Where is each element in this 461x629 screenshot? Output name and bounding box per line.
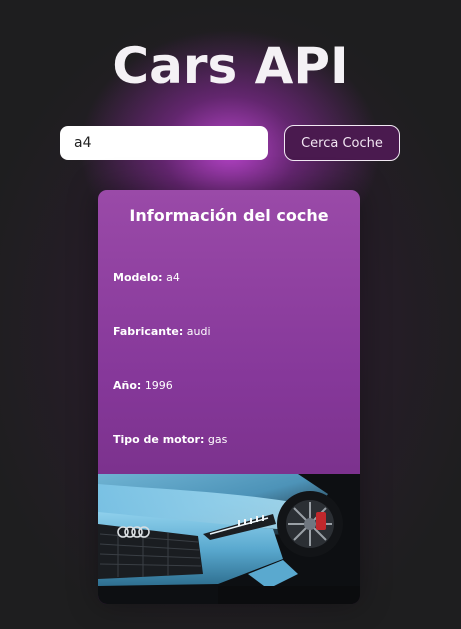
search-input[interactable] bbox=[60, 126, 268, 160]
maker-label: Fabricante: bbox=[113, 325, 184, 338]
year-label: Año: bbox=[113, 379, 142, 392]
maker-value: audi bbox=[186, 325, 211, 338]
car-image bbox=[98, 474, 360, 604]
engine-value: gas bbox=[207, 433, 228, 446]
page-title: Cars API bbox=[112, 37, 349, 95]
card-title: Información del coche bbox=[129, 206, 329, 225]
engine-row: Tipo de motor: gas bbox=[113, 433, 227, 446]
search-button[interactable]: Cerca Coche bbox=[284, 125, 400, 161]
car-info-card: Información del coche Modelo: a4 Fabrica… bbox=[98, 190, 360, 604]
engine-label: Tipo de motor: bbox=[113, 433, 205, 446]
model-label: Modelo: bbox=[113, 271, 163, 284]
year-value: 1996 bbox=[144, 379, 173, 392]
year-row: Año: 1996 bbox=[113, 379, 173, 392]
maker-row: Fabricante: audi bbox=[113, 325, 211, 338]
model-value: a4 bbox=[166, 271, 180, 284]
model-row: Modelo: a4 bbox=[113, 271, 180, 284]
